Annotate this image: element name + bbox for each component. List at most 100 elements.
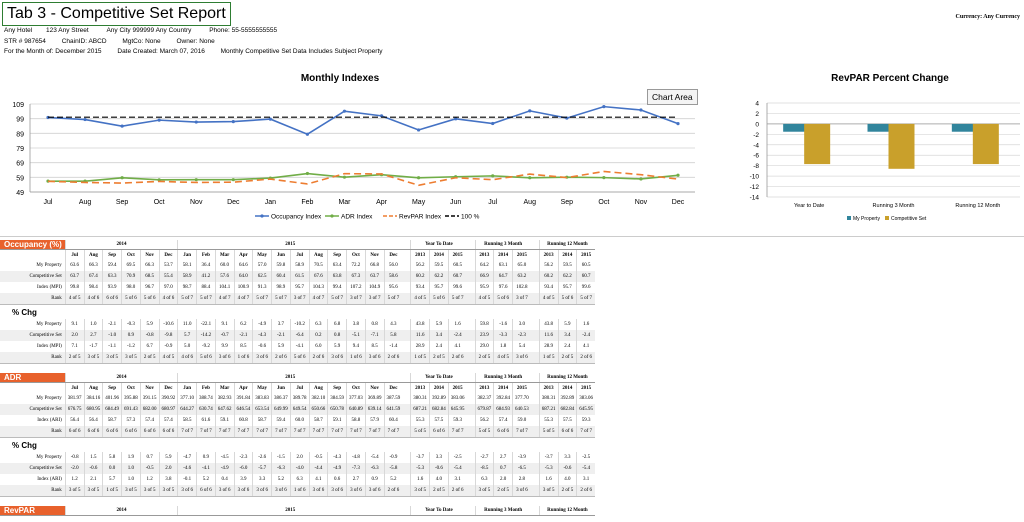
spacer (466, 240, 476, 250)
table-cell: 7 of 7 (364, 426, 385, 438)
table-cell: 3.8 (346, 319, 366, 330)
table-cell: 98.4 (83, 282, 103, 293)
row-label: Index (ARI) (37, 418, 62, 423)
group-label: Year To Date (410, 506, 467, 516)
legend-marker (260, 214, 264, 218)
blank (0, 250, 65, 261)
group-cell: -2.5 (576, 452, 596, 463)
table-cell: 369.89 (364, 393, 385, 404)
table-cell: 96.7 (139, 282, 160, 293)
table-cell: 9.1 (64, 319, 85, 330)
table-cell: 59.1 (327, 415, 347, 426)
group-cell: 59.5 (557, 260, 577, 271)
pct-change-label: % Chg (12, 307, 37, 317)
table-cell: 680.97 (158, 404, 178, 415)
data-point (342, 109, 347, 113)
table-cell: 62.5 (252, 271, 272, 282)
table-cell: 5.9 (271, 341, 291, 352)
group-label: Running 3 Month (474, 506, 531, 516)
group-cell: 382.37 (474, 393, 494, 404)
table-cell: 4 of 5 (158, 352, 178, 364)
group-cell: 4 of 5 (493, 352, 513, 364)
spacer (531, 319, 540, 330)
x-tick-label: Oct (598, 199, 609, 206)
table-cell: 7 of 7 (214, 426, 235, 438)
group-cell: 3 of 5 (410, 485, 430, 497)
table-cell: 63.7 (64, 271, 85, 282)
row-label: Competitive Set (0, 463, 66, 474)
table-cell: 5.9 (327, 341, 347, 352)
spacer (530, 352, 540, 364)
group-label: Year To Date (410, 240, 467, 250)
table-cell: 650.78 (327, 404, 347, 415)
table-cell: 639.14 (364, 404, 385, 415)
table-cell: 7 of 7 (271, 426, 291, 438)
group-cell: 3 of 7 (512, 293, 531, 305)
table-cell: 4 of 6 (158, 293, 178, 305)
month-label: Mar (214, 249, 235, 260)
table-cell: 391.84 (233, 393, 253, 404)
table-cell: 3 of 6 (271, 485, 291, 497)
table-cell: 7 of 7 (383, 426, 403, 438)
group-cell: 392.89 (557, 393, 577, 404)
table-cell: 93.9 (102, 282, 122, 293)
year-label: 2015 (177, 240, 403, 250)
table-cell: -2.1 (271, 330, 291, 341)
table-cell: 7 of 7 (196, 426, 216, 438)
group-cell: 3.3 (429, 452, 449, 463)
table-cell: 66.3 (83, 260, 103, 271)
row-label: My Property (36, 455, 62, 460)
line-chart-title: Monthly Indexes (300, 73, 380, 84)
competitive-set-table: Occupancy (%) 2014 2015 Year To Date Running… (0, 240, 596, 516)
table-cell: 6.8 (327, 319, 347, 330)
table-cell: 2.7 (346, 474, 366, 485)
table-row: Index (MPI) 99.8 98.4 93.9 98.0 96.7 97.0 98.7 8… (0, 282, 596, 293)
hotel-info-line-1: Any Hotel 123 Any Street Any City 999999… (4, 27, 277, 34)
table-cell: 6 of 6 (158, 426, 178, 438)
month-label: Apr (233, 382, 253, 393)
table-cell: 57.3 (121, 415, 141, 426)
group-cell: 1 of 5 (538, 352, 559, 364)
table-cell: 98.9 (271, 282, 291, 293)
year-label: 2014 (64, 506, 178, 516)
table-cell: -0.9 (383, 452, 403, 463)
group-cell: 55.3 (410, 415, 430, 426)
group-year-label: 2013 (410, 249, 430, 260)
month-label: Dec (158, 382, 178, 393)
group-cell: 3.3 (557, 452, 577, 463)
spacer (0, 364, 577, 374)
table-row: My Property 9.1 1.0 -2.1 -0.3 5.9 -10.6 11.0 -22… (0, 319, 596, 330)
legend-label: ADR Index (341, 214, 373, 221)
group-cell: 2 of 6 (576, 352, 596, 364)
table-cell: 0.8 (364, 319, 385, 330)
group-cell: 63.1 (493, 260, 513, 271)
legend-marker (330, 214, 334, 218)
table-cell: 11.0 (177, 319, 197, 330)
group-cell: 2 of 5 (429, 352, 449, 364)
table-cell: 58.8 (346, 415, 366, 426)
data-point (491, 121, 495, 126)
group-cell: 66.9 (474, 271, 494, 282)
table-cell: 6 of 6 (102, 426, 122, 438)
table-cell: 91.3 (252, 282, 272, 293)
spacer (467, 260, 476, 271)
hotel-phone: Phone: 55-5555555555 (209, 27, 278, 34)
table-row: Competitive Set 63.7 67.4 63.3 70.9 68.5 55.4 5… (0, 271, 596, 282)
table-cell: 6 of 6 (139, 426, 160, 438)
table-cell: 3 of 6 (252, 352, 272, 364)
table-cell: -0.9 (158, 341, 178, 352)
table-row: My Property -0.8 1.5 5.8 1.9 0.7 5.9 -4.7 0.9 -4.… (0, 452, 596, 463)
table-cell: 104.1 (214, 282, 235, 293)
table-cell: -1.1 (102, 341, 122, 352)
table-cell: 5 of 7 (271, 293, 291, 305)
group-cell: 2.4 (429, 341, 449, 352)
group-cell: 102.8 (512, 282, 531, 293)
hotel-street: 123 Any Street (46, 27, 89, 34)
table-cell: 1 of 5 (102, 485, 122, 497)
table-cell: 57.4 (158, 415, 178, 426)
table-cell: 5.0 (177, 341, 197, 352)
year-header-row: ADR 2014 2015 Year To Date Running 3 Month Ru… (0, 373, 596, 383)
x-tick-label: Apr (376, 199, 388, 206)
group-cell: 7 of 7 (512, 426, 531, 438)
month-label: Jul (64, 382, 85, 393)
